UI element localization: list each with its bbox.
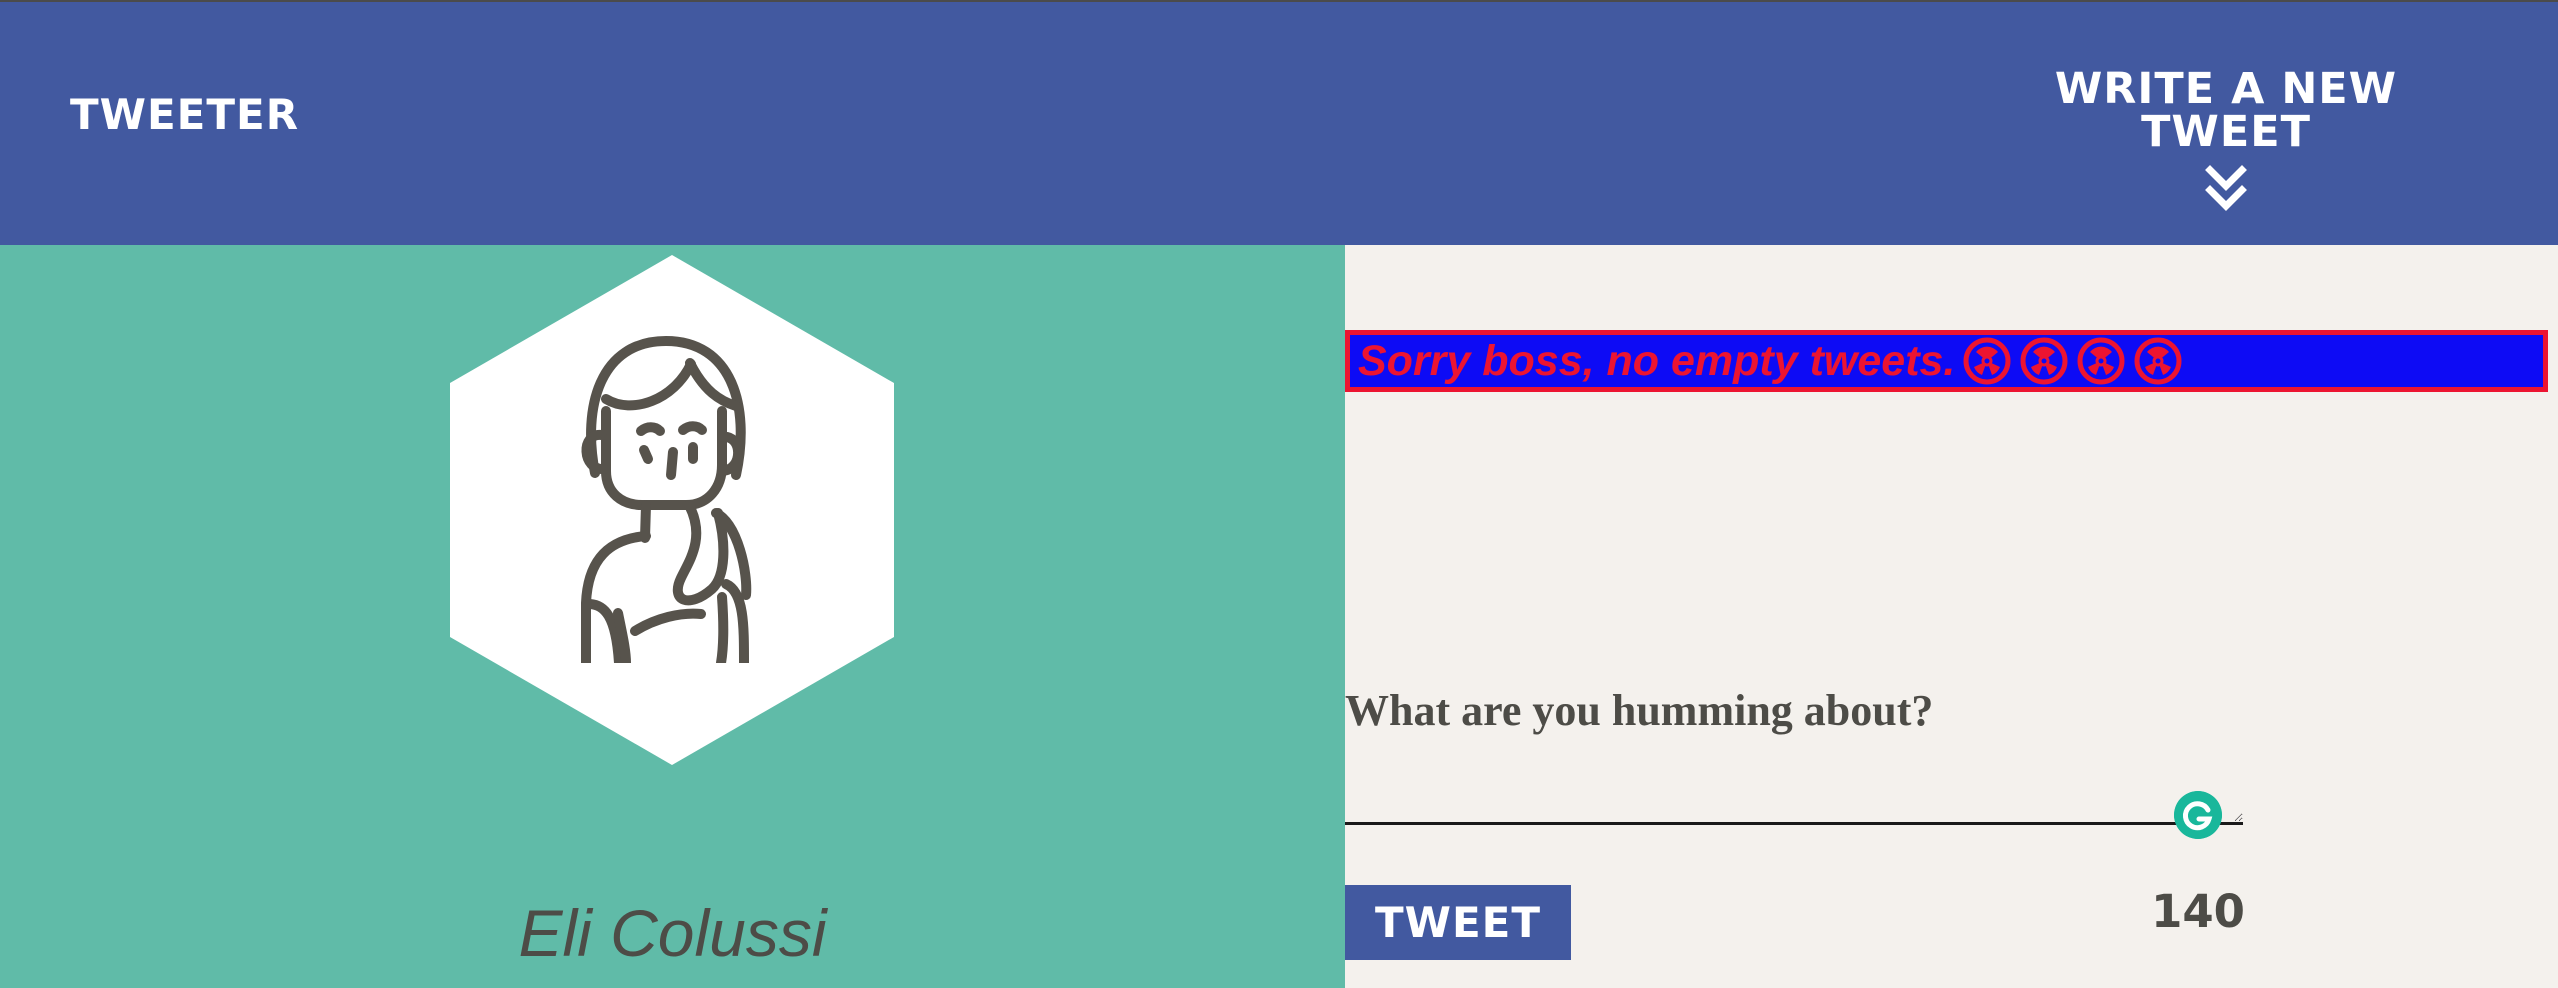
write-new-tweet-toggle[interactable]: Write a new tweet xyxy=(1966,64,2486,211)
hazard-icon xyxy=(2134,337,2182,385)
hazard-icon xyxy=(2020,337,2068,385)
error-message: Sorry boss, no empty tweets. xyxy=(1358,336,1956,385)
tweet-textarea[interactable] xyxy=(1345,765,2243,825)
write-new-tweet-label: Write a new tweet xyxy=(2054,64,2398,157)
person-avatar-icon xyxy=(581,336,752,663)
hazard-icon xyxy=(1963,337,2011,385)
double-chevron-down-icon xyxy=(2205,165,2247,211)
brand-logo[interactable]: Tweeter xyxy=(70,90,299,139)
grammar-check-icon[interactable] xyxy=(2174,791,2222,839)
character-counter: 140 xyxy=(2151,885,2245,938)
empty-tweet-error-banner: Sorry boss, no empty tweets. xyxy=(1345,330,2548,392)
top-navigation: Tweeter Write a new tweet xyxy=(0,2,2558,245)
tweet-content-area: Sorry boss, no empty tweets. What are yo… xyxy=(1345,245,2558,988)
user-name: Eli Colussi xyxy=(518,896,827,970)
compose-prompt: What are you humming about? xyxy=(1345,686,1934,735)
profile-panel: Eli Colussi xyxy=(0,245,1345,988)
tweet-button[interactable]: Tweet xyxy=(1345,885,1571,960)
hazard-icon xyxy=(2077,337,2125,385)
